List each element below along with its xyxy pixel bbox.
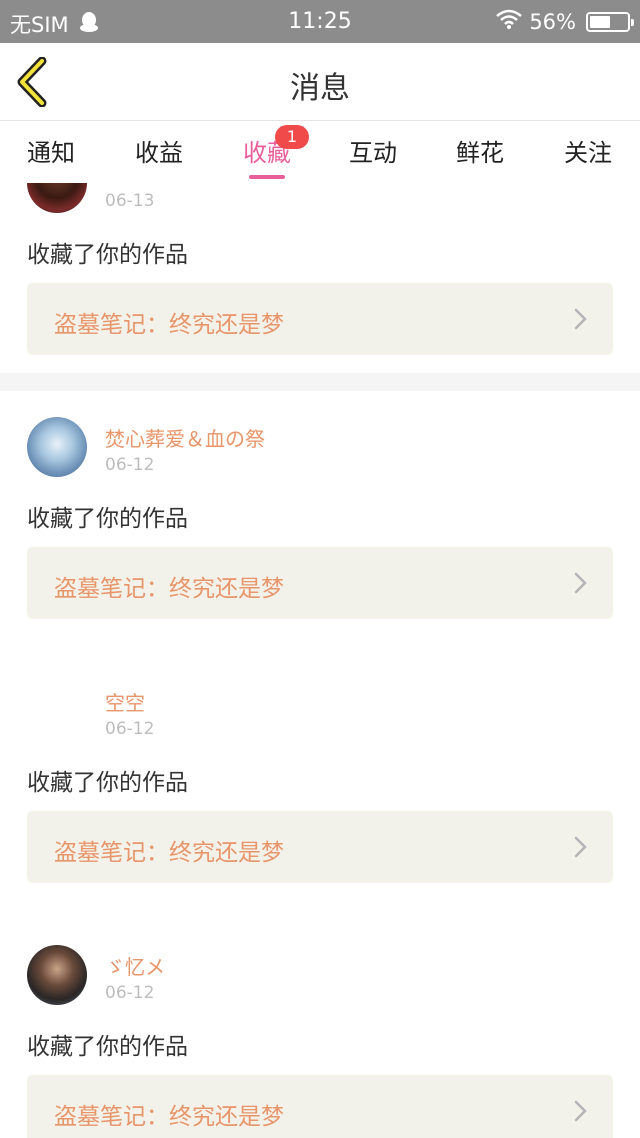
tab-follows[interactable]: 关注 bbox=[548, 133, 628, 168]
status-right: 56% bbox=[495, 9, 634, 34]
work-link[interactable]: 盗墓笔记：终究还是梦 bbox=[27, 283, 613, 355]
chevron-right-icon bbox=[574, 308, 587, 330]
list-item: ゞ忆メ 06-12 收藏了你的作品 盗墓笔记：终究还是梦 bbox=[0, 919, 640, 1138]
unread-badge: 1 bbox=[275, 125, 309, 149]
tab-flowers[interactable]: 鲜花 bbox=[440, 133, 520, 168]
avatar[interactable] bbox=[27, 417, 87, 477]
status-bar: 无SIM 11:25 56% bbox=[0, 0, 640, 43]
user-name[interactable]: 空空 bbox=[105, 687, 145, 716]
page-title: 消息 bbox=[290, 71, 350, 106]
active-tab-indicator bbox=[249, 175, 285, 179]
avatar[interactable] bbox=[27, 681, 87, 741]
tab-notifications[interactable]: 通知 bbox=[11, 133, 91, 168]
chevron-right-icon bbox=[574, 1100, 587, 1122]
message-date: 06-13 bbox=[105, 191, 155, 211]
avatar[interactable] bbox=[27, 183, 87, 213]
avatar[interactable] bbox=[27, 945, 87, 1005]
action-text: 收藏了你的作品 bbox=[27, 770, 188, 796]
tab-label: 通知 bbox=[27, 139, 75, 167]
work-link[interactable]: 盗墓笔记：终究还是梦 bbox=[27, 811, 613, 883]
work-title: 盗墓笔记：终究还是梦 bbox=[54, 576, 284, 602]
user-name[interactable]: 焚心葬爱＆血の祭 bbox=[105, 423, 265, 452]
list-item: 焚心葬爱＆血の祭 06-12 收藏了你的作品 盗墓笔记：终究还是梦 bbox=[0, 391, 640, 655]
tab-label: 收益 bbox=[135, 139, 183, 167]
tab-earnings[interactable]: 收益 bbox=[119, 133, 199, 168]
wifi-icon bbox=[495, 9, 523, 34]
nav-bar: 消息 bbox=[0, 43, 640, 121]
work-title: 盗墓笔记：终究还是梦 bbox=[54, 1104, 284, 1130]
user-name[interactable]: ゞ忆メ bbox=[105, 951, 165, 980]
tab-favorites[interactable]: 收藏 1 bbox=[227, 125, 309, 179]
action-text: 收藏了你的作品 bbox=[27, 1034, 188, 1060]
message-feed[interactable]: 06-13 收藏了你的作品 盗墓笔记：终究还是梦 焚心葬爱＆血の祭 06-12 … bbox=[0, 183, 640, 1138]
action-text: 收藏了你的作品 bbox=[27, 242, 188, 268]
action-text: 收藏了你的作品 bbox=[27, 506, 188, 532]
message-date: 06-12 bbox=[105, 455, 155, 475]
message-date: 06-12 bbox=[105, 983, 155, 1003]
tab-label: 鲜花 bbox=[456, 139, 504, 167]
work-link[interactable]: 盗墓笔记：终究还是梦 bbox=[27, 1075, 613, 1138]
tab-bar: 通知 收益 收藏 1 互动 鲜花 关注 bbox=[0, 121, 640, 183]
chevron-right-icon bbox=[574, 572, 587, 594]
message-date: 06-12 bbox=[105, 719, 155, 739]
battery-icon bbox=[586, 11, 634, 32]
work-link[interactable]: 盗墓笔记：终究还是梦 bbox=[27, 547, 613, 619]
tab-label: 互动 bbox=[349, 139, 397, 167]
list-item: 空空 06-12 收藏了你的作品 盗墓笔记：终究还是梦 bbox=[0, 655, 640, 919]
work-title: 盗墓笔记：终究还是梦 bbox=[54, 840, 284, 866]
list-item: 06-13 收藏了你的作品 盗墓笔记：终究还是梦 bbox=[0, 183, 640, 373]
chevron-right-icon bbox=[574, 836, 587, 858]
tab-label: 关注 bbox=[564, 139, 612, 167]
tab-interactions[interactable]: 互动 bbox=[333, 133, 413, 168]
work-title: 盗墓笔记：终究还是梦 bbox=[54, 312, 284, 338]
battery-percent: 56% bbox=[529, 9, 576, 34]
